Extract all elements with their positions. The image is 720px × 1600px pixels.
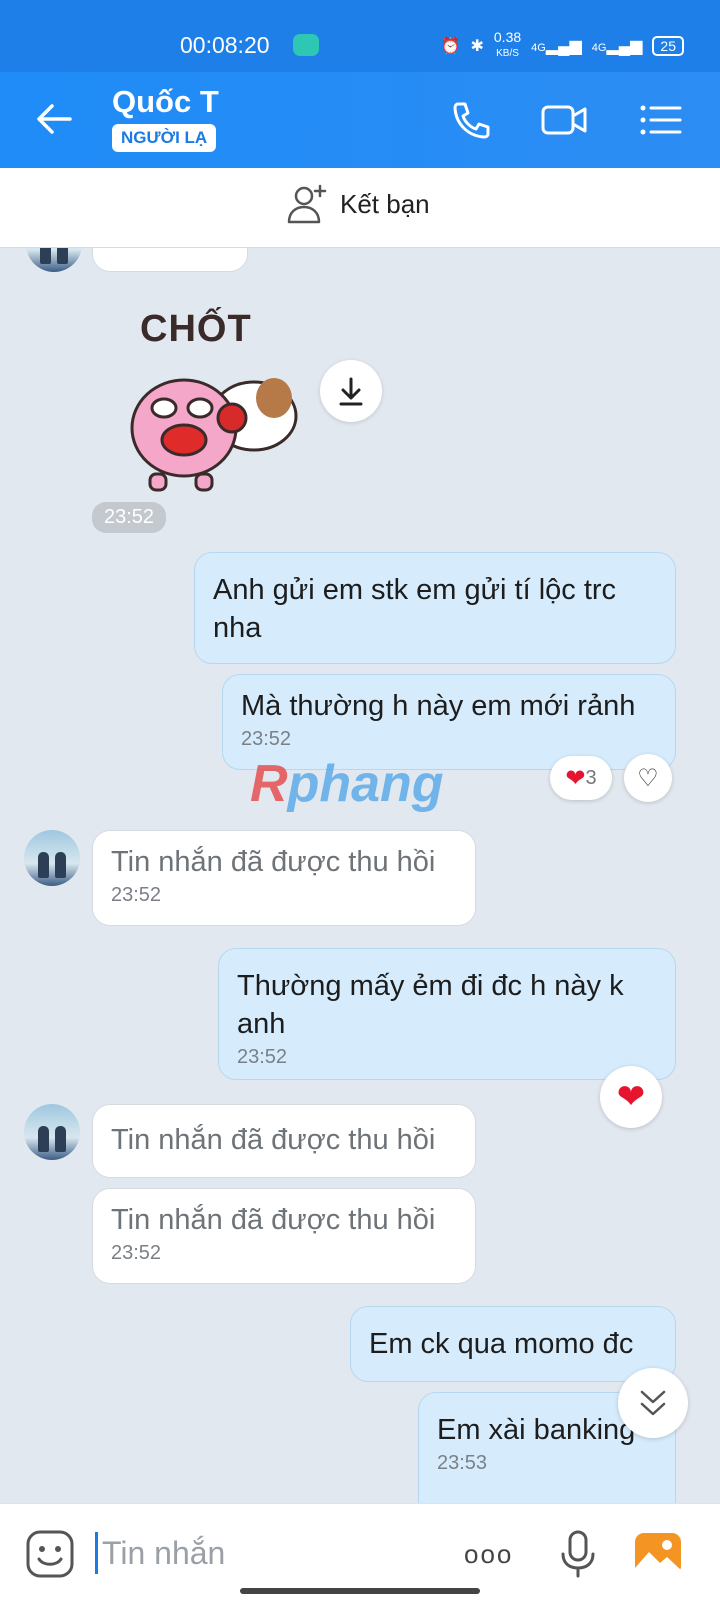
sticker-timestamp: 23:52: [92, 502, 167, 533]
recalled-message[interactable]: Tin nhắn đã được thu hồi: [92, 1104, 476, 1178]
microphone-icon[interactable]: [552, 1528, 604, 1580]
net-speed: 0.38 KB/S: [494, 30, 521, 61]
incoming-message-partial[interactable]: Ok: [92, 248, 248, 272]
download-icon: [339, 377, 363, 406]
message-input[interactable]: Tin nhắn: [95, 1532, 225, 1574]
recalled-message-text: Tin nhắn đã được thu hồi: [111, 1204, 436, 1236]
back-arrow-icon[interactable]: [30, 94, 80, 144]
status-indicators: ⏰ ✱ 0.38 KB/S 4G▂▄▆ 4G▂▄▆ 25: [441, 30, 684, 61]
battery-icon: 25: [652, 35, 684, 56]
add-friend-label: Kết bạn: [340, 188, 430, 219]
image-gallery-icon[interactable]: [632, 1528, 684, 1580]
emoji-sticker-icon[interactable]: [24, 1528, 76, 1580]
scroll-to-bottom-button[interactable]: [618, 1368, 688, 1438]
recalled-message[interactable]: Tin nhắn đã được thu hồi 23:52: [92, 1188, 476, 1284]
reaction-count: 3: [585, 766, 597, 789]
recalled-message-text: Tin nhắn đã được thu hồi: [111, 846, 436, 878]
outgoing-message[interactable]: Thường mấy ẻm đi đc h này k anh 23:52: [218, 948, 676, 1080]
net-speed-value: 0.38: [493, 29, 522, 45]
signal-icon-1: 4G▂▄▆: [531, 37, 582, 55]
notification-app-icon: [293, 34, 319, 56]
stranger-badge: NGƯỜI LẠ: [112, 124, 217, 152]
add-friend-bar: Kết bạn: [0, 168, 720, 248]
signal-label-1: 4G: [531, 41, 546, 54]
message-timestamp: 23:52: [111, 1242, 162, 1264]
heart-icon: ❤: [616, 1078, 646, 1116]
more-options-icon[interactable]: ooo: [464, 1528, 516, 1580]
recalled-message-text: Tin nhắn đã được thu hồi: [111, 1124, 436, 1156]
message-timestamp: 23:52: [237, 1046, 288, 1068]
phone-call-icon[interactable]: [448, 96, 496, 144]
heart-outline-icon: ♡: [637, 764, 659, 792]
message-text: Em xài banking: [437, 1414, 636, 1446]
home-indicator: [240, 1588, 480, 1594]
double-chevron-down-icon: [640, 1390, 666, 1416]
partial-message-text: Ok: [111, 248, 148, 257]
contact-avatar[interactable]: [24, 830, 80, 886]
download-sticker-button[interactable]: [320, 360, 382, 422]
recalled-message[interactable]: Tin nhắn đã được thu hồi 23:52: [92, 830, 476, 926]
sticker-message[interactable]: CHỐT: [100, 288, 310, 498]
menu-list-icon[interactable]: [636, 96, 684, 144]
heart-icon: ❤: [565, 764, 586, 792]
react-button[interactable]: ♡: [624, 754, 672, 802]
contact-avatar[interactable]: [24, 1104, 80, 1160]
watermark-r: R: [250, 755, 288, 813]
message-text: Thường mấy ẻm đi đc h này k anh: [237, 970, 624, 1040]
chat-header: Quốc T NGƯỜI LẠ: [0, 72, 720, 168]
outgoing-message[interactable]: Anh gửi em stk em gửi tí lộc trc nha: [194, 552, 676, 664]
message-text: Em ck qua momo đc: [369, 1328, 634, 1360]
status-time: 00:08:20: [180, 32, 270, 58]
contact-name[interactable]: Quốc T: [112, 84, 219, 120]
react-heart-button[interactable]: ❤: [600, 1066, 662, 1128]
sticker-caption: CHỐT: [140, 308, 252, 350]
message-text: Anh gửi em stk em gửi tí lộc trc nha: [213, 574, 617, 644]
signal-label-2: 4G: [591, 41, 607, 54]
video-call-icon[interactable]: [540, 96, 588, 144]
message-timestamp: 23:53: [437, 1452, 488, 1474]
alarm-icon: ⏰: [440, 37, 461, 55]
bluetooth-icon: ✱: [470, 37, 484, 55]
status-bar: 00:08:20 ⏰ ✱ 0.38 KB/S 4G▂▄▆ 4G▂▄▆ 25: [0, 0, 720, 72]
message-timestamp: 23:52: [241, 728, 292, 750]
message-timestamp: 23:52: [111, 884, 162, 906]
net-speed-unit: KB/S: [496, 48, 519, 59]
chat-message-list[interactable]: Ok CHỐT 23:52 Anh gửi em stk em gửi tí l…: [0, 248, 720, 1503]
message-input-bar: Tin nhắn ooo: [0, 1503, 720, 1600]
watermark-text: phang: [287, 755, 444, 813]
add-user-icon: [287, 184, 327, 224]
watermark-logo: Rphang: [250, 754, 444, 814]
reaction-count-badge[interactable]: ❤ 3: [550, 756, 612, 800]
signal-icon-2: 4G▂▄▆: [591, 37, 643, 55]
message-text: Mà thường h này em mới rảnh: [241, 690, 636, 722]
add-friend-button[interactable]: Kết bạn: [286, 182, 430, 226]
contact-avatar[interactable]: [26, 248, 82, 272]
